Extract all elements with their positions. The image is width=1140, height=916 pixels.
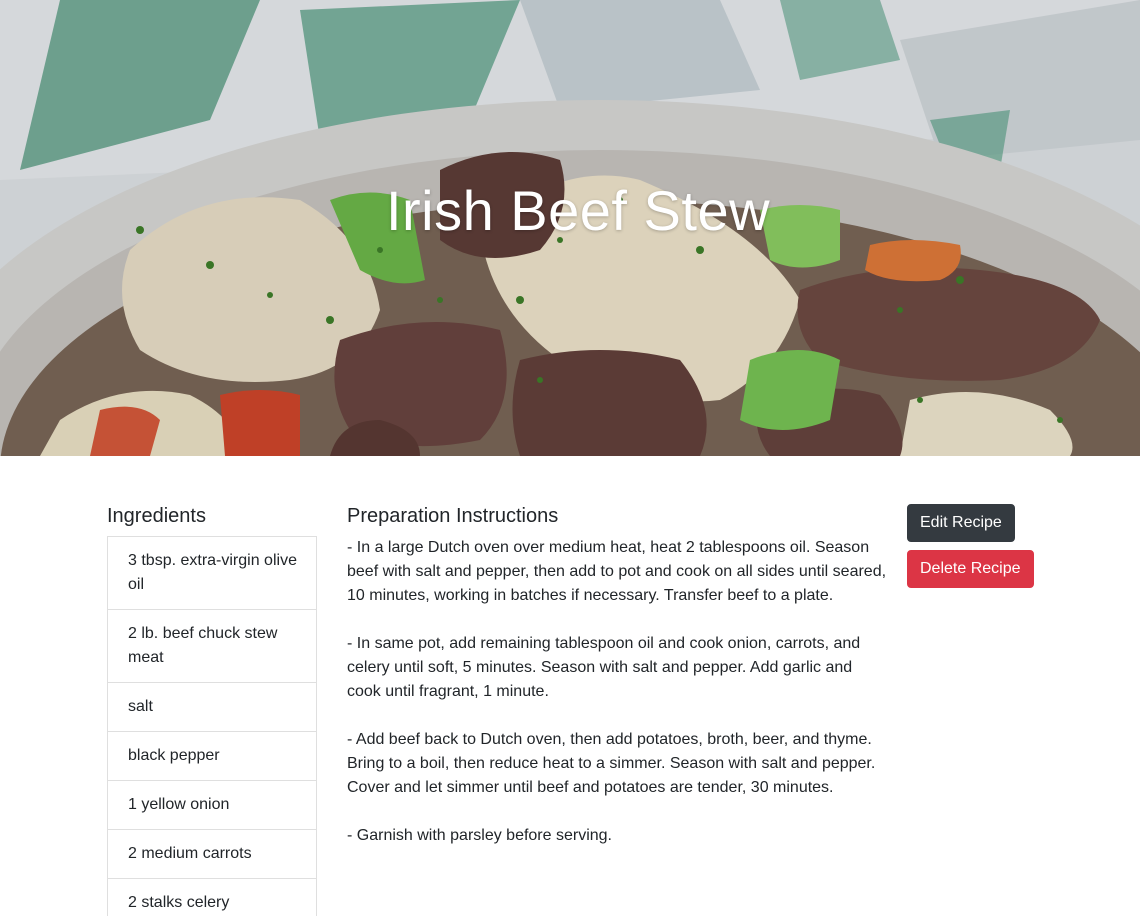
instruction-step: - In same pot, add remaining tablespoon … bbox=[347, 635, 861, 700]
recipe-content: Ingredients 3 tbsp. extra-virgin olive o… bbox=[0, 456, 1140, 916]
hero-banner: Irish Beef Stew bbox=[0, 0, 1140, 456]
ingredients-section: Ingredients 3 tbsp. extra-virgin olive o… bbox=[107, 504, 317, 916]
ingredient-item: salt bbox=[108, 683, 316, 732]
ingredient-item: 3 tbsp. extra-virgin olive oil bbox=[108, 537, 316, 610]
ingredients-list: 3 tbsp. extra-virgin olive oil 2 lb. bee… bbox=[107, 536, 317, 916]
recipe-title: Irish Beef Stew bbox=[385, 179, 771, 242]
ingredient-item: 2 lb. beef chuck stew meat bbox=[108, 610, 316, 683]
delete-recipe-button[interactable]: Delete Recipe bbox=[907, 550, 1034, 588]
ingredients-heading: Ingredients bbox=[107, 505, 206, 527]
instruction-step: - In a large Dutch oven over medium heat… bbox=[347, 539, 887, 604]
instructions-heading: Preparation Instructions bbox=[347, 505, 559, 527]
ingredient-item: 2 stalks celery bbox=[108, 879, 316, 916]
edit-recipe-button[interactable]: Edit Recipe bbox=[907, 504, 1015, 542]
instructions-body: - In a large Dutch oven over medium heat… bbox=[347, 536, 887, 848]
recipe-actions: Edit Recipe Delete Recipe bbox=[907, 504, 1034, 596]
ingredient-item: 1 yellow onion bbox=[108, 781, 316, 830]
instructions-section: Preparation Instructions - In a large Du… bbox=[347, 504, 887, 872]
instruction-step: - Garnish with parsley before serving. bbox=[347, 827, 612, 844]
ingredient-item: 2 medium carrots bbox=[108, 830, 316, 879]
instruction-step: - Add beef back to Dutch oven, then add … bbox=[347, 731, 876, 796]
ingredient-item: black pepper bbox=[108, 732, 316, 781]
